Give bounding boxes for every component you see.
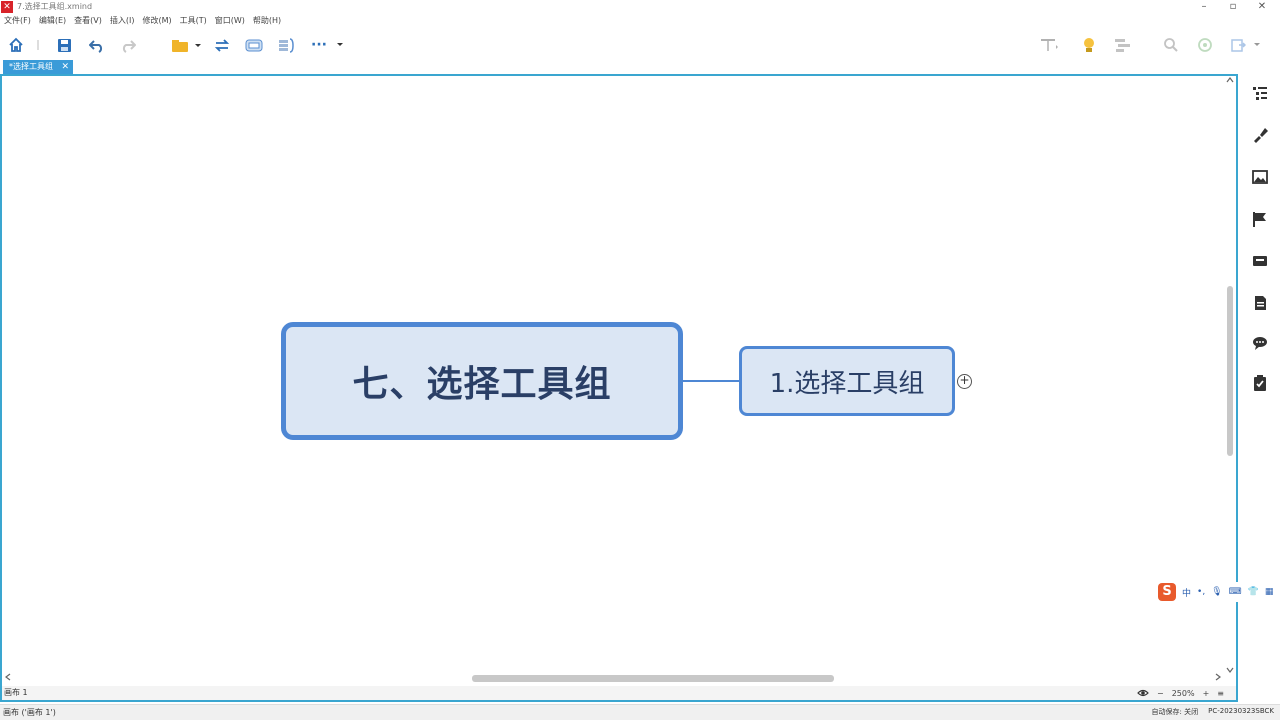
sheet-bar: 画布 1 − 250% + ≡ xyxy=(2,686,1236,700)
autosave-status[interactable]: 自动保存: 关闭 xyxy=(1152,707,1199,717)
scroll-right-icon[interactable] xyxy=(1214,671,1222,683)
more-label: ··· xyxy=(311,37,327,53)
sheet-menu-button[interactable]: ≡ xyxy=(1217,689,1224,698)
summary-icon xyxy=(279,37,294,53)
sub-topic[interactable]: 1.选择工具组 xyxy=(739,346,955,416)
export-button[interactable] xyxy=(1226,34,1266,56)
flag-icon[interactable] xyxy=(1251,210,1269,228)
minimize-button[interactable]: – xyxy=(1190,0,1218,14)
zoom-level: 250% xyxy=(1171,688,1195,698)
gantt-icon xyxy=(1115,39,1130,52)
horizontal-scrollbar[interactable] xyxy=(2,672,1224,684)
boundary-icon xyxy=(245,39,263,51)
comment-icon[interactable] xyxy=(1251,334,1269,352)
notes-icon[interactable] xyxy=(1251,294,1269,312)
close-window-button[interactable]: ✕ xyxy=(1248,0,1276,14)
task-clipboard-icon[interactable] xyxy=(1251,374,1269,392)
menu-tools[interactable]: 工具(T) xyxy=(180,14,207,28)
share-button[interactable] xyxy=(1194,34,1216,56)
topic-folder-icon xyxy=(172,39,201,52)
tab-close-icon[interactable]: ✕ xyxy=(61,60,69,74)
menu-insert[interactable]: 插入(I) xyxy=(110,14,135,28)
save-icon xyxy=(57,38,71,52)
summary-button[interactable] xyxy=(276,34,296,56)
menu-modify[interactable]: 修改(M) xyxy=(142,14,171,28)
sub-topic-text: 1.选择工具组 xyxy=(769,368,925,399)
ime-punctuation-toggle[interactable]: •, xyxy=(1197,587,1205,597)
status-right: 自动保存: 关闭 PC-20230323SBCK xyxy=(1142,707,1274,717)
right-sidebar xyxy=(1240,76,1280,496)
outline-icon[interactable] xyxy=(1251,84,1269,102)
skin-icon[interactable]: 👕 xyxy=(1248,587,1259,597)
relationship-icon xyxy=(214,38,230,52)
more-tools-button[interactable]: ··· xyxy=(308,34,348,56)
home-icon xyxy=(9,37,23,52)
central-topic[interactable]: 七、选择工具组 xyxy=(281,322,683,440)
menu-help[interactable]: 帮助(H) xyxy=(253,14,281,28)
ime-toolbar: S 中 •, 🎙 ⌨ 👕 ▦ xyxy=(1158,582,1280,602)
scroll-down-icon[interactable] xyxy=(1225,666,1235,674)
zoom-in-button[interactable]: + xyxy=(1203,689,1210,698)
xmind-logo-icon: ✕ xyxy=(1,1,13,13)
horizontal-scroll-thumb[interactable] xyxy=(472,675,834,682)
status-sheet-info: 画布 ('画布 1') xyxy=(3,708,56,717)
tab-document[interactable]: *选择工具组 ✕ xyxy=(3,60,73,74)
undo-button[interactable] xyxy=(86,34,106,56)
search-icon xyxy=(1164,38,1178,52)
mindmap-canvas[interactable]: 七、选择工具组 1.选择工具组 + xyxy=(0,74,1238,702)
sheet-tab[interactable]: 画布 1 xyxy=(4,687,28,698)
maximize-button[interactable]: ▫ xyxy=(1219,0,1247,14)
lightbulb-icon xyxy=(1084,38,1094,52)
share-icon xyxy=(1198,38,1212,52)
save-button[interactable] xyxy=(54,34,74,56)
topic-style-button[interactable] xyxy=(168,34,204,56)
menu-edit[interactable]: 编辑(E) xyxy=(39,14,66,28)
zoom-controls: − 250% + ≡ xyxy=(1137,686,1224,700)
relationship-button[interactable] xyxy=(212,34,232,56)
boundary-button[interactable] xyxy=(244,34,264,56)
menu-view[interactable]: 查看(V) xyxy=(74,14,102,28)
menu-window[interactable]: 窗口(W) xyxy=(215,14,245,28)
export-icon xyxy=(1231,39,1246,52)
presentation-button[interactable] xyxy=(1036,34,1062,56)
topic-connector-line xyxy=(683,380,740,382)
clipart-icon[interactable] xyxy=(1251,252,1269,270)
title-bar: ✕ 7.选择工具组.xmind – ▫ ✕ xyxy=(0,0,1280,14)
window-title: 7.选择工具组.xmind xyxy=(17,2,93,11)
undo-icon xyxy=(88,39,102,53)
scroll-up-icon[interactable] xyxy=(1225,76,1235,84)
format-brush-icon[interactable] xyxy=(1251,126,1269,144)
ime-lang-toggle[interactable]: 中 xyxy=(1182,586,1191,599)
sogou-ime-logo[interactable]: S xyxy=(1158,583,1176,601)
redo-icon xyxy=(122,39,136,53)
machine-name: PC-20230323SBCK xyxy=(1208,707,1274,715)
toolbar: ··· xyxy=(0,30,1280,60)
tab-label: *选择工具组 xyxy=(9,62,53,71)
zoom-out-button[interactable]: − xyxy=(1157,689,1164,698)
search-button[interactable] xyxy=(1160,34,1182,56)
microphone-icon[interactable]: 🎙 xyxy=(1211,587,1222,597)
chevron-down-icon xyxy=(1254,43,1260,46)
eye-icon[interactable] xyxy=(1137,688,1149,698)
chevron-down-icon xyxy=(336,43,343,46)
home-button[interactable] xyxy=(6,34,26,56)
scroll-left-icon[interactable] xyxy=(4,671,12,683)
image-icon[interactable] xyxy=(1251,168,1269,186)
gantt-button[interactable] xyxy=(1112,34,1134,56)
vertical-scroll-thumb[interactable] xyxy=(1227,286,1233,456)
menu-file[interactable]: 文件(F) xyxy=(4,14,31,28)
presentation-icon xyxy=(1041,39,1058,51)
brainstorm-button[interactable] xyxy=(1078,34,1100,56)
expand-plus-icon[interactable]: + xyxy=(957,374,972,389)
central-topic-text: 七、选择工具组 xyxy=(352,364,612,405)
toolbar-separator xyxy=(34,34,42,56)
tab-strip: *选择工具组 ✕ xyxy=(0,60,1280,74)
ime-tools-icon[interactable]: ▦ xyxy=(1265,587,1274,597)
status-bar: 画布 ('画布 1') 自动保存: 关闭 PC-20230323SBCK xyxy=(0,704,1280,720)
redo-button[interactable] xyxy=(118,34,138,56)
keyboard-icon[interactable]: ⌨ xyxy=(1229,587,1242,597)
menu-bar: 文件(F) 编辑(E) 查看(V) 插入(I) 修改(M) 工具(T) 窗口(W… xyxy=(0,14,1280,28)
